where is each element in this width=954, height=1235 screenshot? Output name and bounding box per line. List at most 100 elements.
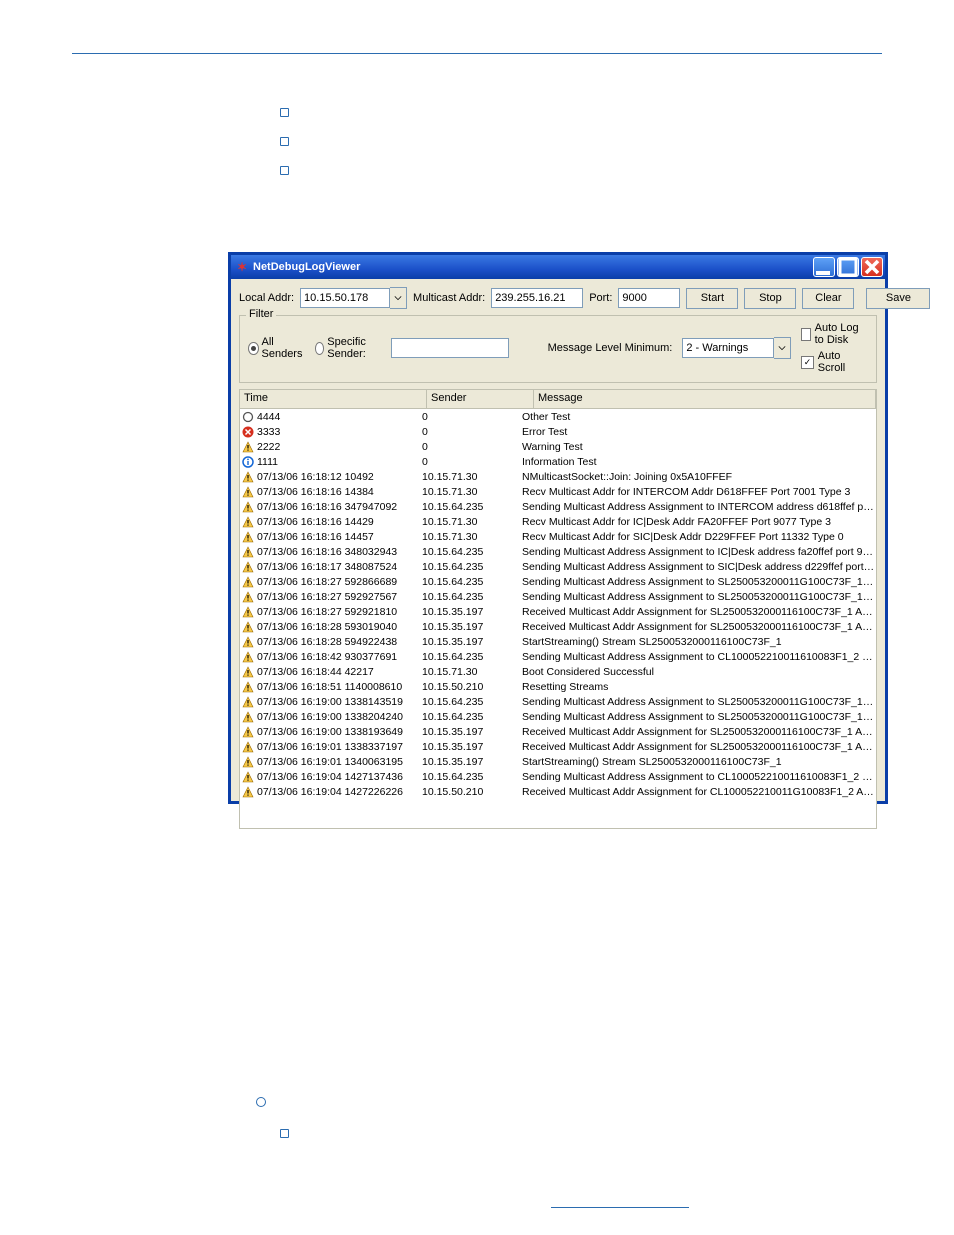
- warn-icon: [242, 666, 254, 678]
- table-row[interactable]: 07/13/06 16:18:42 93037769110.15.64.235S…: [240, 649, 876, 664]
- warn-icon: [242, 591, 254, 603]
- warn-icon: [242, 681, 254, 693]
- table-row[interactable]: 07/13/06 16:18:28 59492243810.15.35.197S…: [240, 634, 876, 649]
- titlebar[interactable]: ✶ NetDebugLogViewer: [231, 255, 885, 279]
- table-row[interactable]: 07/13/06 16:18:12 1049210.15.71.30NMulti…: [240, 469, 876, 484]
- table-row[interactable]: 07/13/06 16:18:16 34803294310.15.64.235S…: [240, 544, 876, 559]
- stop-button[interactable]: Stop: [744, 288, 796, 309]
- cell-sender: 10.15.64.235: [420, 501, 520, 513]
- link-underline: [551, 1207, 689, 1208]
- warn-icon: [242, 441, 254, 453]
- bullet-circle: [256, 1097, 266, 1107]
- all-senders-radio[interactable]: All Senders: [248, 336, 305, 360]
- cell-sender: 10.15.64.235: [420, 561, 520, 573]
- cell-message: NMulticastSocket::Join: Joining 0x5A10FF…: [520, 471, 876, 483]
- close-button[interactable]: [861, 257, 883, 277]
- radio-dot-icon: [315, 342, 324, 355]
- auto-scroll-checkbox[interactable]: ✓ Auto Scroll: [801, 350, 868, 374]
- maximize-button[interactable]: [837, 257, 859, 277]
- table-row[interactable]: 07/13/06 16:19:04 142713743610.15.64.235…: [240, 769, 876, 784]
- local-addr-label: Local Addr:: [239, 292, 294, 304]
- cell-message: Recv Multicast Addr for SIC|Desk Addr D2…: [520, 531, 876, 543]
- cell-time: 07/13/06 16:19:01 1338337197: [257, 741, 403, 753]
- cell-time: 07/13/06 16:18:16 14457: [257, 531, 374, 543]
- cell-time: 07/13/06 16:19:00 1338143519: [257, 696, 403, 708]
- table-row[interactable]: 07/13/06 16:18:51 114000861010.15.50.210…: [240, 679, 876, 694]
- warn-icon: [242, 636, 254, 648]
- col-message[interactable]: Message: [534, 390, 876, 408]
- warn-icon: [242, 621, 254, 633]
- list-body: 44440Other Test33330Error Test22220Warni…: [240, 409, 876, 799]
- table-row[interactable]: 07/13/06 16:19:00 133820424010.15.64.235…: [240, 709, 876, 724]
- table-row[interactable]: 07/13/06 16:19:04 142722622610.15.50.210…: [240, 784, 876, 799]
- auto-scroll-label: Auto Scroll: [818, 350, 868, 374]
- table-row[interactable]: 07/13/06 16:18:27 59286668910.15.64.235S…: [240, 574, 876, 589]
- cell-time: 07/13/06 16:18:17 348087524: [257, 561, 397, 573]
- col-time[interactable]: Time: [240, 390, 427, 408]
- table-row[interactable]: 07/13/06 16:18:16 34794709210.15.64.235S…: [240, 499, 876, 514]
- table-row[interactable]: 33330Error Test: [240, 424, 876, 439]
- start-button[interactable]: Start: [686, 288, 738, 309]
- cell-sender: 0: [420, 456, 520, 468]
- port-label: Port:: [589, 292, 612, 304]
- table-row[interactable]: 07/13/06 16:18:44 4221710.15.71.30Boot C…: [240, 664, 876, 679]
- table-row[interactable]: 07/13/06 16:18:16 1442910.15.71.30Recv M…: [240, 514, 876, 529]
- app-window: ✶ NetDebugLogViewer Local Addr: Multicas…: [228, 252, 888, 804]
- minimize-button[interactable]: [813, 257, 835, 277]
- table-row[interactable]: 07/13/06 16:18:16 1438410.15.71.30Recv M…: [240, 484, 876, 499]
- save-button[interactable]: Save: [866, 288, 930, 309]
- specific-sender-radio[interactable]: Specific Sender:: [315, 336, 381, 360]
- table-row[interactable]: 07/13/06 16:19:00 1338143519 10.15.64.235…: [240, 694, 876, 709]
- warn-icon: [242, 756, 254, 768]
- list-header[interactable]: Time Sender Message: [240, 390, 876, 409]
- warn-icon: [242, 546, 254, 558]
- multicast-addr-input[interactable]: [491, 288, 583, 308]
- cell-sender: 10.15.64.235: [420, 651, 520, 663]
- cell-message: Resetting Streams: [520, 681, 876, 693]
- chevron-down-icon[interactable]: [390, 287, 407, 309]
- error-icon: [242, 426, 254, 438]
- chevron-down-icon[interactable]: [774, 337, 791, 359]
- table-row[interactable]: 07/13/06 16:18:16 1445710.15.71.30Recv M…: [240, 529, 876, 544]
- cell-time: 07/13/06 16:18:27 592927567: [257, 591, 397, 603]
- table-row[interactable]: 07/13/06 16:18:27 59292756710.15.64.235S…: [240, 589, 876, 604]
- port-input[interactable]: [618, 288, 680, 308]
- bullet-square: [280, 166, 289, 175]
- cell-message: Boot Considered Successful: [520, 666, 876, 678]
- msg-level-combo[interactable]: [682, 337, 791, 359]
- col-sender[interactable]: Sender: [427, 390, 534, 408]
- cell-message: Sending Multicast Address Assignment to …: [520, 591, 876, 603]
- cell-message: Received Multicast Addr Assignment for S…: [520, 621, 876, 633]
- cell-time: 07/13/06 16:18:44 42217: [257, 666, 374, 678]
- local-addr-combo[interactable]: [300, 287, 407, 309]
- table-row[interactable]: 07/13/06 16:19:01 134006319510.15.35.197…: [240, 754, 876, 769]
- filter-legend: Filter: [246, 308, 276, 320]
- warn-icon: [242, 501, 254, 513]
- clear-button[interactable]: Clear: [802, 288, 854, 309]
- cell-sender: 10.15.64.235: [420, 696, 520, 708]
- table-row[interactable]: 11110Information Test: [240, 454, 876, 469]
- table-row[interactable]: 22220Warning Test: [240, 439, 876, 454]
- cell-time: 07/13/06 16:19:04 1427226226: [257, 786, 403, 798]
- specific-sender-input[interactable]: [391, 338, 509, 358]
- local-addr-input[interactable]: [300, 288, 390, 308]
- cell-time: 3333: [257, 426, 280, 438]
- warn-icon: [242, 516, 254, 528]
- auto-log-checkbox[interactable]: Auto Log to Disk: [801, 322, 868, 346]
- bullet-square: [280, 1129, 289, 1138]
- table-row[interactable]: 44440Other Test: [240, 409, 876, 424]
- msg-level-label: Message Level Minimum:: [548, 342, 673, 354]
- log-list[interactable]: Time Sender Message 44440Other Test33330…: [239, 389, 877, 829]
- checkbox-icon: [801, 328, 810, 341]
- table-row[interactable]: 07/13/06 16:19:00 133819364910.15.35.197…: [240, 724, 876, 739]
- msg-level-input[interactable]: [682, 338, 774, 358]
- warn-icon: [242, 471, 254, 483]
- table-row[interactable]: 07/13/06 16:18:27 59292181010.15.35.197R…: [240, 604, 876, 619]
- cell-sender: 10.15.35.197: [420, 621, 520, 633]
- cell-message: Other Test: [520, 411, 876, 423]
- table-row[interactable]: 07/13/06 16:18:17 34808752410.15.64.235S…: [240, 559, 876, 574]
- left-bullets: [280, 108, 289, 195]
- table-row[interactable]: 07/13/06 16:19:01 133833719710.15.35.197…: [240, 739, 876, 754]
- cell-time: 07/13/06 16:18:28 594922438: [257, 636, 397, 648]
- table-row[interactable]: 07/13/06 16:18:28 59301904010.15.35.197R…: [240, 619, 876, 634]
